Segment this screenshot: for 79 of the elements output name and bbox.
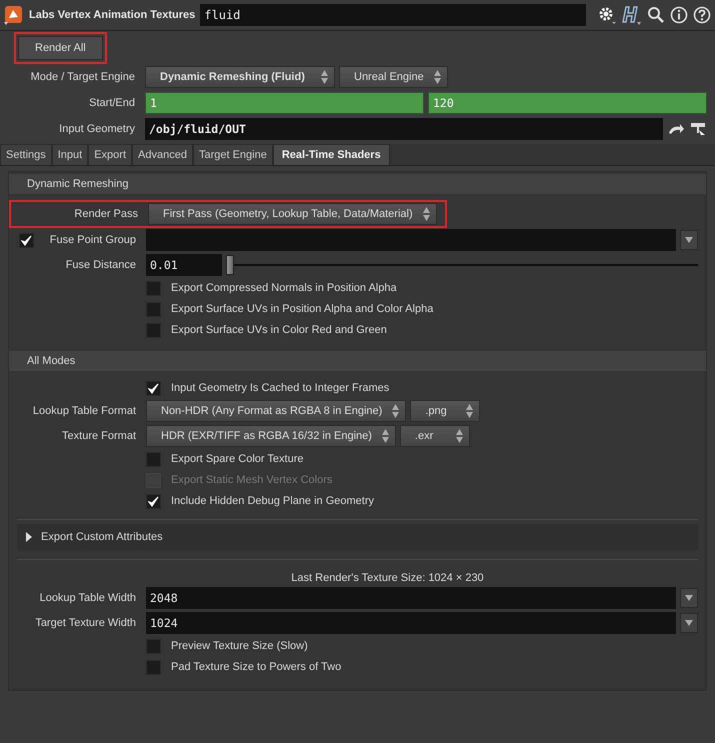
node-name-field[interactable]: fluid <box>200 4 586 26</box>
up-down-arrows-icon <box>434 70 441 84</box>
render-all-button[interactable]: Render All <box>18 36 103 60</box>
texture-size-note: Last Render's Texture Size: 1024 × 230 <box>291 572 484 584</box>
up-down-arrows-icon <box>382 429 389 443</box>
tab[interactable]: Target Engine <box>192 144 273 165</box>
path-field[interactable]: /obj/fluid/OUT <box>145 118 663 140</box>
slider-handle[interactable] <box>226 255 234 275</box>
parameter-label: Mode / Target Engine <box>30 71 136 83</box>
slider[interactable] <box>226 254 698 276</box>
checkbox[interactable] <box>146 280 161 296</box>
section-header[interactable]: Dynamic Remeshing <box>9 174 706 194</box>
dropdown-button[interactable] <box>680 588 698 608</box>
checkbox[interactable] <box>146 660 161 674</box>
dropdown-menu[interactable]: Dynamic Remeshing (Fluid) <box>145 66 335 88</box>
checkbox[interactable] <box>146 380 161 396</box>
checkbox[interactable] <box>146 302 161 316</box>
dropdown-menu[interactable]: Unreal Engine <box>339 66 448 88</box>
tab[interactable]: Input <box>52 144 88 165</box>
frame-field[interactable]: 1 <box>145 92 424 114</box>
tab[interactable]: Export <box>88 144 132 165</box>
down-arrow-icon <box>685 237 693 243</box>
parameter-label: Fuse Distance <box>64 259 137 271</box>
parameter-label: Fuse Point Group <box>50 234 136 246</box>
checkbox-label: Export Surface UVs in Color Red and Green <box>171 324 387 336</box>
checkbox-label: Pad Texture Size to Powers of Two <box>171 661 342 673</box>
gear-icon[interactable] <box>597 5 617 25</box>
down-arrow-icon <box>685 595 693 601</box>
section-header[interactable]: All Modes <box>9 351 706 371</box>
text-field[interactable] <box>146 229 676 251</box>
parameter-label: Texture Format <box>61 430 137 442</box>
checkbox-label: Export Spare Color Texture <box>171 453 304 465</box>
search-icon[interactable] <box>647 6 665 24</box>
tab[interactable]: Settings <box>0 144 52 165</box>
up-down-arrows-icon <box>422 207 430 221</box>
up-down-arrows-icon <box>456 429 463 443</box>
help-icon[interactable] <box>693 6 711 24</box>
number-field[interactable]: 0.01 <box>146 254 222 276</box>
text-field[interactable]: 2048 <box>146 587 676 609</box>
checkbox-label: Include Hidden Debug Plane in Geometry <box>171 495 374 507</box>
node-picker-icon[interactable] <box>689 120 707 138</box>
dropdown-menu[interactable]: Non-HDR (Any Format as RGBA 8 in Engine) <box>146 400 406 422</box>
info-icon[interactable] <box>670 6 688 24</box>
checkbox[interactable] <box>146 322 161 338</box>
text-field[interactable]: 1024 <box>146 612 676 634</box>
up-down-arrows-icon <box>392 404 400 418</box>
dropdown-menu[interactable]: First Pass (Geometry, Lookup Table, Data/Material) <box>148 203 437 225</box>
checkbox[interactable] <box>146 638 161 654</box>
checkbox[interactable] <box>146 494 161 508</box>
tab[interactable]: Real-Time Shaders <box>272 144 390 165</box>
dropdown-menu[interactable]: .exr <box>400 425 470 447</box>
parameter-label: Input Geometry <box>58 123 136 135</box>
checkbox-label: Export Compressed Normals in Position Alpha <box>171 282 397 294</box>
up-down-arrows-icon <box>466 404 474 418</box>
down-arrow-icon <box>685 620 693 626</box>
checkbox[interactable] <box>146 452 161 466</box>
dropdown-menu[interactable]: HDR (EXR/TIFF as RGBA 16/32 in Engine) <box>146 425 396 447</box>
checkbox-label: Input Geometry Is Cached to Integer Frames <box>171 382 390 394</box>
dropdown-button[interactable] <box>680 613 698 633</box>
parameter-label: Lookup Table Format <box>32 405 137 417</box>
node-icon[interactable] <box>4 5 24 25</box>
parameter-label: Lookup Table Width <box>40 592 136 604</box>
checkbox-label: Preview Texture Size (Slow) <box>171 640 308 652</box>
dropdown-button[interactable] <box>680 230 698 250</box>
dropdown-menu[interactable]: .png <box>410 400 480 422</box>
help-h-icon[interactable] <box>622 4 642 26</box>
expand-arrow-icon <box>25 532 33 542</box>
folder-header[interactable]: Export Custom Attributes <box>17 524 698 550</box>
frame-field[interactable]: 120 <box>428 92 707 114</box>
up-down-arrows-icon <box>321 70 328 84</box>
parameter-label: Target Texture Width <box>35 617 136 629</box>
node-type-title: Labs Vertex Animation Textures <box>29 9 196 21</box>
checkbox-label: Export Static Mesh Vertex Colors <box>171 474 332 486</box>
checkbox[interactable] <box>19 232 34 248</box>
parameter-label: Start/End <box>88 97 136 109</box>
parameter-label: Render Pass <box>73 208 139 220</box>
tab[interactable]: Advanced <box>132 144 193 165</box>
jump-arrow-icon[interactable] <box>667 122 685 136</box>
checkbox-label: Export Surface UVs in Position Alpha and Color Alpha <box>171 303 434 315</box>
